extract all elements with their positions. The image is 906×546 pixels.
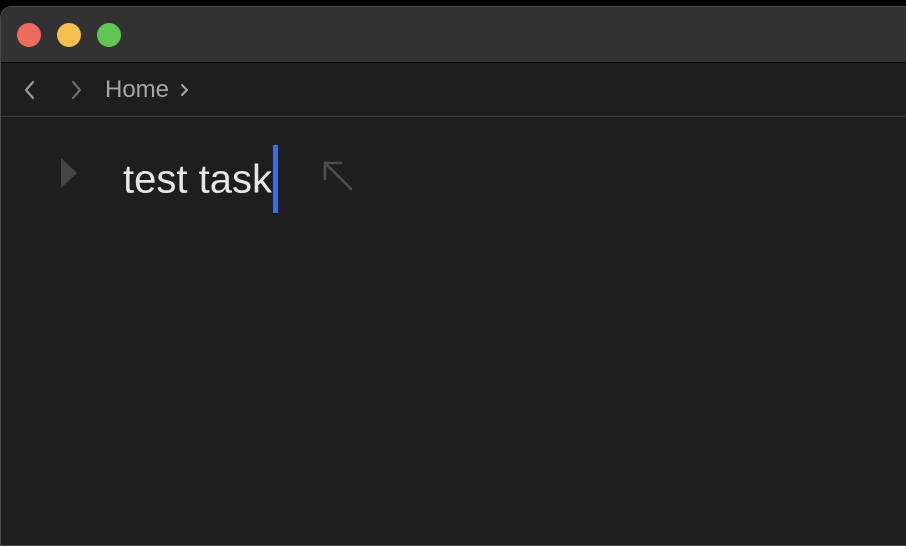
text-cursor (272, 145, 278, 213)
task-text: test task (123, 157, 272, 202)
close-window-button[interactable] (17, 23, 41, 47)
chevron-right-icon (71, 80, 82, 100)
breadcrumb: Home (105, 77, 189, 103)
chevron-left-icon (24, 80, 35, 100)
app-window: Home test task (0, 6, 906, 546)
minimize-window-button[interactable] (57, 23, 81, 47)
breadcrumb-home[interactable]: Home (105, 77, 169, 103)
back-button[interactable] (17, 77, 43, 103)
task-text-field[interactable]: test task (123, 145, 278, 216)
title-bar (1, 7, 906, 63)
forward-button[interactable] (63, 77, 89, 103)
zoom-window-button[interactable] (97, 23, 121, 47)
chevron-right-icon (181, 84, 189, 96)
arrow-up-left-icon (323, 161, 353, 191)
outline-content: test task (1, 117, 906, 545)
open-task-button[interactable] (317, 155, 357, 195)
breadcrumb-separator (179, 82, 189, 98)
task-row[interactable]: test task (1, 137, 701, 213)
expand-toggle[interactable] (57, 157, 81, 189)
disclosure-triangle-icon (61, 158, 77, 188)
navigation-bar: Home (1, 63, 906, 117)
